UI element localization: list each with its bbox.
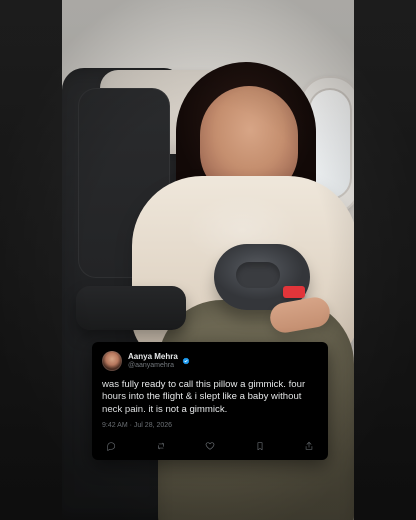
bookmark-icon <box>255 438 265 456</box>
heart-icon <box>205 438 215 456</box>
tweet-actions <box>102 440 318 454</box>
like-button[interactable] <box>201 440 219 454</box>
author-display-name[interactable]: Aanya Mehra <box>128 352 178 361</box>
travel-pillow-brand-tag <box>283 286 305 298</box>
share-button[interactable] <box>300 440 318 454</box>
avatar[interactable] <box>102 351 122 371</box>
screenshot-frame: Aanya Mehra @aanyamehra was fully ready … <box>0 0 416 520</box>
author-name-row: Aanya Mehra <box>128 352 190 365</box>
share-icon <box>304 438 314 456</box>
repost-button[interactable] <box>152 440 170 454</box>
tweet-header: Aanya Mehra @aanyamehra <box>102 349 318 373</box>
author-block: Aanya Mehra @aanyamehra <box>128 352 190 370</box>
blurred-right-border <box>354 0 416 520</box>
tweet-card: Aanya Mehra @aanyamehra was fully ready … <box>92 342 328 460</box>
reply-icon <box>106 438 116 456</box>
seat-armrest <box>76 286 186 330</box>
bookmark-button[interactable] <box>251 440 269 454</box>
reply-button[interactable] <box>102 440 120 454</box>
tweet-timestamp[interactable]: 9:42 AM · Jul 28, 2026 <box>102 422 318 429</box>
repost-icon <box>156 438 166 456</box>
travel-pillow-hole <box>236 262 280 288</box>
verified-badge-icon <box>182 353 190 365</box>
tweet-text: was fully ready to call this pillow a gi… <box>102 379 306 415</box>
author-handle[interactable]: @aanyamehra <box>128 362 190 369</box>
blurred-left-border <box>0 0 62 520</box>
